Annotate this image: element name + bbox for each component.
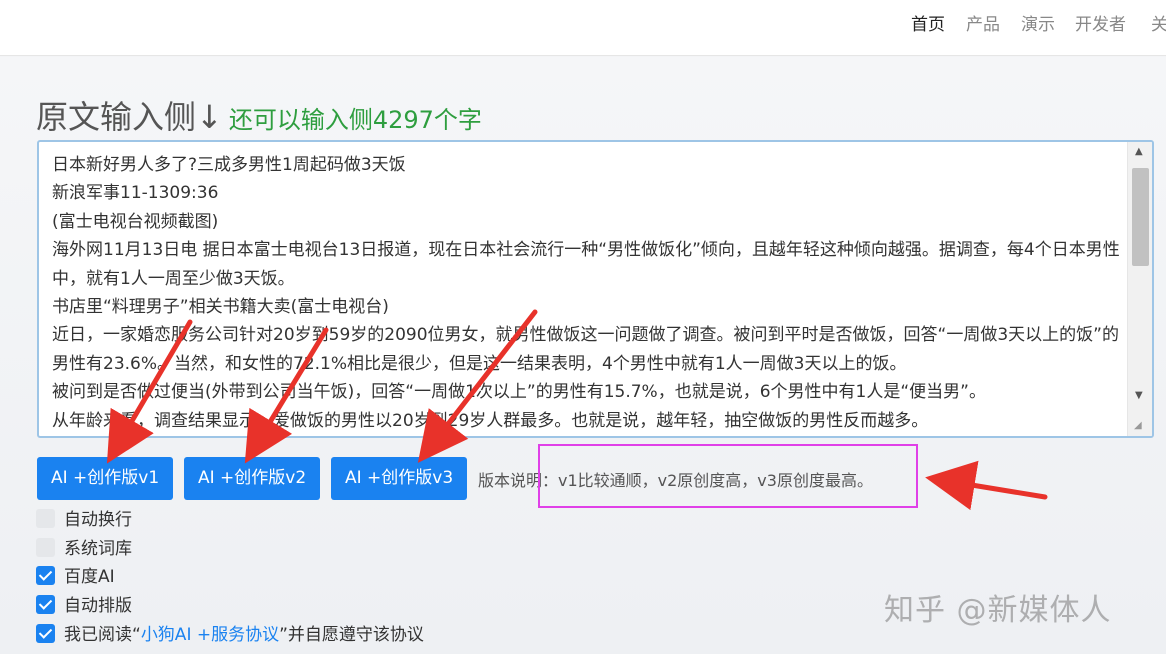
system-lexicon-label: 系统词库 <box>64 539 132 559</box>
char-counter: 还可以输入侧4297个字 <box>228 106 482 134</box>
top-navigation: 首页 产品 演示 开发者 关 <box>0 0 1166 56</box>
nav-developer[interactable]: 开发者 <box>1075 10 1126 35</box>
auto-wrap-label: 自动换行 <box>64 510 132 530</box>
zhihu-watermark: 知乎 @新媒体人 <box>884 593 1112 628</box>
agreement-suffix: ”并自愿遵守该协议 <box>279 625 424 645</box>
create-v1-button[interactable]: AI +创作版v1 <box>37 457 174 500</box>
annotation-highlight-box <box>538 444 918 508</box>
system-lexicon-checkbox[interactable] <box>36 538 55 557</box>
nav-demo[interactable]: 演示 <box>1021 10 1055 35</box>
page-title: 原文输入侧↓ <box>36 98 223 136</box>
resize-handle-icon[interactable]: ◢ <box>1134 420 1148 434</box>
agreement-checkbox[interactable] <box>36 624 55 643</box>
source-text-editor[interactable]: 日本新好男人多了?三成多男性1周起码做3天饭 新浪军事11-1309:36 (富… <box>37 140 1154 438</box>
service-agreement-link[interactable]: 小狗AI +服务协议 <box>141 625 279 645</box>
source-textarea[interactable]: 日本新好男人多了?三成多男性1周起码做3天饭 新浪军事11-1309:36 (富… <box>52 151 1127 436</box>
option-baidu-ai[interactable]: 百度AI <box>36 562 115 587</box>
option-system-lexicon[interactable]: 系统词库 <box>36 534 132 559</box>
auto-layout-label: 自动排版 <box>64 596 132 616</box>
auto-wrap-checkbox[interactable] <box>36 509 55 528</box>
option-auto-wrap[interactable]: 自动换行 <box>36 505 132 530</box>
scrollbar-thumb[interactable] <box>1132 168 1149 266</box>
create-v2-button[interactable]: AI +创作版v2 <box>184 457 321 500</box>
option-auto-layout[interactable]: 自动排版 <box>36 591 132 616</box>
auto-layout-checkbox[interactable] <box>36 595 55 614</box>
nav-home[interactable]: 首页 <box>911 10 945 35</box>
nav-about[interactable]: 关 <box>1151 10 1166 35</box>
baidu-ai-label: 百度AI <box>64 567 115 587</box>
nav-products[interactable]: 产品 <box>966 10 1000 35</box>
option-agreement[interactable]: 我已阅读“小狗AI +服务协议”并自愿遵守该协议 <box>36 620 424 645</box>
baidu-ai-checkbox[interactable] <box>36 566 55 585</box>
scroll-up-icon[interactable]: ▲ <box>1135 146 1143 157</box>
editor-scrollbar[interactable]: ▲ ▼ <box>1127 142 1152 436</box>
scroll-down-icon[interactable]: ▼ <box>1135 390 1143 401</box>
page-heading: 原文输入侧↓ 还可以输入侧4297个字 <box>36 92 482 138</box>
create-v3-button[interactable]: AI +创作版v3 <box>331 457 468 500</box>
agreement-prefix: 我已阅读“ <box>64 625 141 645</box>
